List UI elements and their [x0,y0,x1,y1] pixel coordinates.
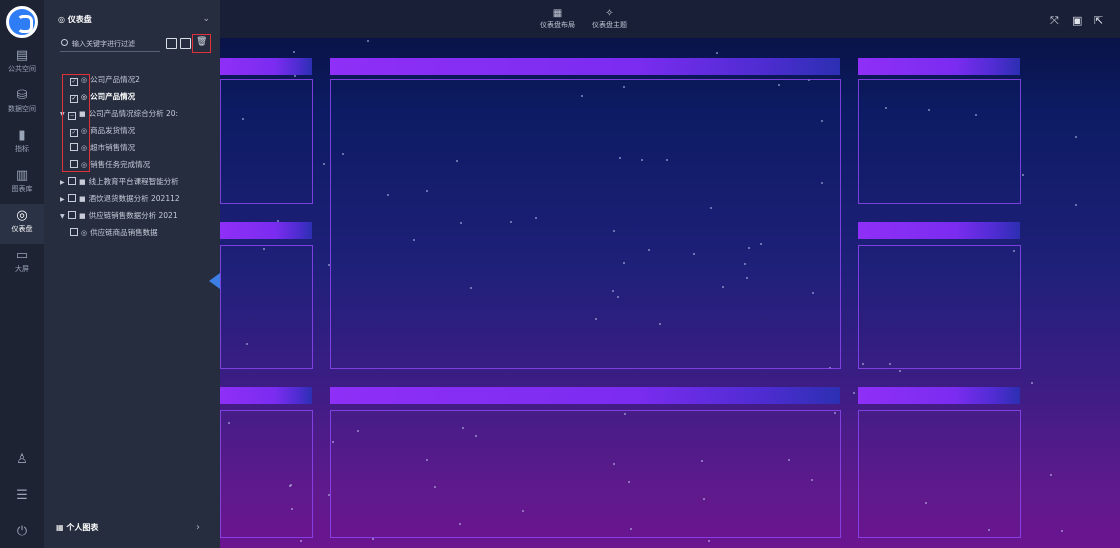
star-dot [293,50,296,53]
chart-panel[interactable] [220,245,313,369]
chart-title-bar [220,222,312,239]
bar-icon: ▮ [18,128,26,143]
chart-title-bar [858,387,1020,404]
chart-title-bar [220,58,312,75]
caret-down-icon[interactable]: ▼ [60,209,66,224]
chevron-down-icon[interactable]: ⌄ [202,14,210,24]
save-icon[interactable]: ▣ [1072,14,1082,27]
folder-icon: ■ [79,195,86,203]
highlight-box [192,34,211,53]
search-input[interactable]: 输入关键字进行过滤 [60,36,160,52]
personal-charts-label[interactable]: ▦ 个人图表 [56,522,98,533]
tree-node-label: 公司产品情况2 [90,75,140,84]
rail-item-database[interactable]: ⛁ 数据空间 [0,84,44,124]
chart-title-bar [858,58,1020,75]
rail-item-chart-library[interactable]: ▥ 图表库 [0,164,44,204]
rail-item-label: 大屏 [15,265,29,273]
tree-node-label: 公司产品情况 [90,92,136,101]
tree-node[interactable]: ◎ 超市销售情况 [70,140,216,156]
tree-node[interactable]: ◎ 供应链商品销售数据 [70,225,216,241]
collapse-handle[interactable] [209,273,220,289]
tree-node-label: 酒饮退货数据分析 202112 [88,194,180,203]
checkbox[interactable] [68,194,76,202]
dashboard-icon: ◎ [81,229,88,237]
left-rail: ▤ 公共空间 ⛁ 数据空间 ▮ 指标 ▥ 图表库 ◎ 仪表盘 ▭ 大屏 ♙ ☰ ⏻ [0,0,44,548]
tree-node-label: 供应链销售数据分析 2021 [88,211,178,220]
chart-panel[interactable] [858,245,1021,369]
checkbox[interactable] [68,177,76,185]
dashboard-tree-panel: ◎ 仪表盘 ⌄ 输入关键字进行过滤 🗑 ✓ ◎ 公司产品情况2 ✓ ◎ 公司产品情况 ▼ − ■… [44,0,220,548]
star-dot [899,369,902,372]
tree-node[interactable]: ✓ ◎ 公司产品情况2 [70,72,216,88]
tree-node-label: 线上教育平台课程智能分析 [88,177,179,186]
new-file-icon[interactable] [166,38,177,49]
tree-node[interactable]: ▶ ■ 线上教育平台课程智能分析 [60,174,218,190]
rail-item-bar[interactable]: ▮ 指标 [0,124,44,164]
tree-node-label: 供应链商品销售数据 [90,228,158,237]
rail-item-monitor[interactable]: ▭ 大屏 [0,244,44,284]
rail-item-label: 图表库 [11,185,33,193]
chart-library-icon: ▥ [15,168,29,183]
tree-node-label: 公司产品情况综合分析 20: [88,109,179,118]
rail-item-document[interactable]: ▤ 公共空间 [0,44,44,84]
rail-item-label: 指标 [15,145,29,153]
search-icon [61,39,68,46]
star-dot [1060,529,1063,532]
highlight-box [62,74,90,172]
chart-panel[interactable] [858,79,1021,204]
folder-icon: ■ [79,212,86,220]
tree-node[interactable]: ✓ ◎ 商品发货情况 [70,123,216,139]
chart-title-bar [330,387,840,404]
theme-label: 仪表盘主题 [592,21,627,29]
top-toolbar: ▦ 仪表盘布局 ✧ 仪表盘主题 ⤧ ▣ ⇱ [220,0,1120,38]
chart-panel[interactable] [220,79,313,204]
new-folder-icon[interactable] [180,38,191,49]
share-icon[interactable]: ⇱ [1094,14,1103,27]
layout-label: 仪表盘布局 [540,21,575,29]
layout-button[interactable]: ▦ 仪表盘布局 [540,8,575,30]
theme-button[interactable]: ✧ 仪表盘主题 [592,8,627,30]
dashboard-icon: ◎ [16,208,28,223]
chart-title-bar [330,58,840,75]
star-dot [1074,204,1077,207]
folder-icon: ■ [79,178,86,186]
checkbox[interactable] [70,228,78,236]
tree-node[interactable]: ✓ ◎ 公司产品情况 [70,89,216,105]
caret-right-icon[interactable]: ▶ [60,192,66,207]
theme-icon: ✧ [605,8,614,19]
chart-title-bar [858,222,1020,239]
chart-panel[interactable] [330,410,841,538]
rail-item-label: 公共空间 [8,65,36,73]
chart-panel[interactable] [220,410,313,538]
tree-node-label: 超市销售情况 [90,143,136,152]
star-dot [1022,173,1025,176]
settings-icon[interactable]: ☰ [0,488,44,503]
database-icon: ⛁ [16,88,28,103]
user-icon[interactable]: ♙ [0,452,44,467]
chart-panel[interactable] [858,410,1021,538]
chart-title-bar [220,387,312,404]
chevron-right-icon[interactable]: › [196,522,200,533]
tree-node[interactable]: ▼ ■ 供应链销售数据分析 2021 [60,208,218,224]
document-icon: ▤ [15,48,29,63]
checkbox[interactable] [68,211,76,219]
tree-node-label: 商品发货情况 [90,126,136,135]
tree-node-label: 销售任务完成情况 [90,160,151,169]
rail-item-label: 数据空间 [8,105,36,113]
power-icon[interactable]: ⏻ [0,524,44,539]
rail-item-dashboard[interactable]: ◎ 仪表盘 [0,204,44,244]
tree-node[interactable]: ▶ ■ 酒饮退货数据分析 202112 [60,191,218,207]
app-logo[interactable] [6,6,38,38]
rail-item-label: 仪表盘 [11,225,33,233]
monitor-icon: ▭ [15,248,29,263]
star-dot [707,539,710,542]
layout-icon: ▦ [552,8,563,19]
chart-panel[interactable] [330,79,841,369]
caret-right-icon[interactable]: ▶ [60,175,66,190]
panel-title: ◎ 仪表盘 [58,15,92,24]
fullscreen-icon[interactable]: ⤧ [1050,14,1059,28]
tree-node[interactable]: ◎ 销售任务完成情况 [70,157,216,173]
